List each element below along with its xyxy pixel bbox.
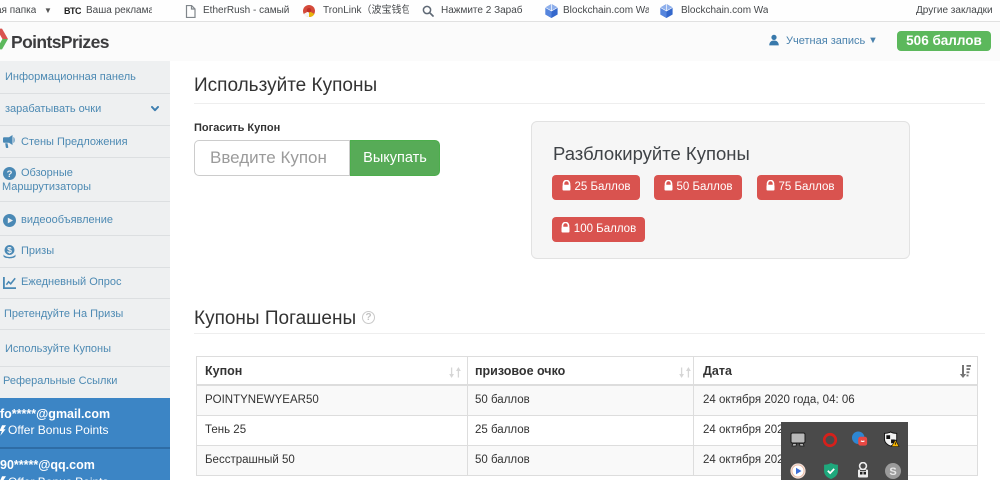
svg-text:S: S bbox=[889, 466, 896, 478]
svg-text:?: ? bbox=[7, 169, 13, 180]
svg-text:$: $ bbox=[7, 245, 12, 255]
